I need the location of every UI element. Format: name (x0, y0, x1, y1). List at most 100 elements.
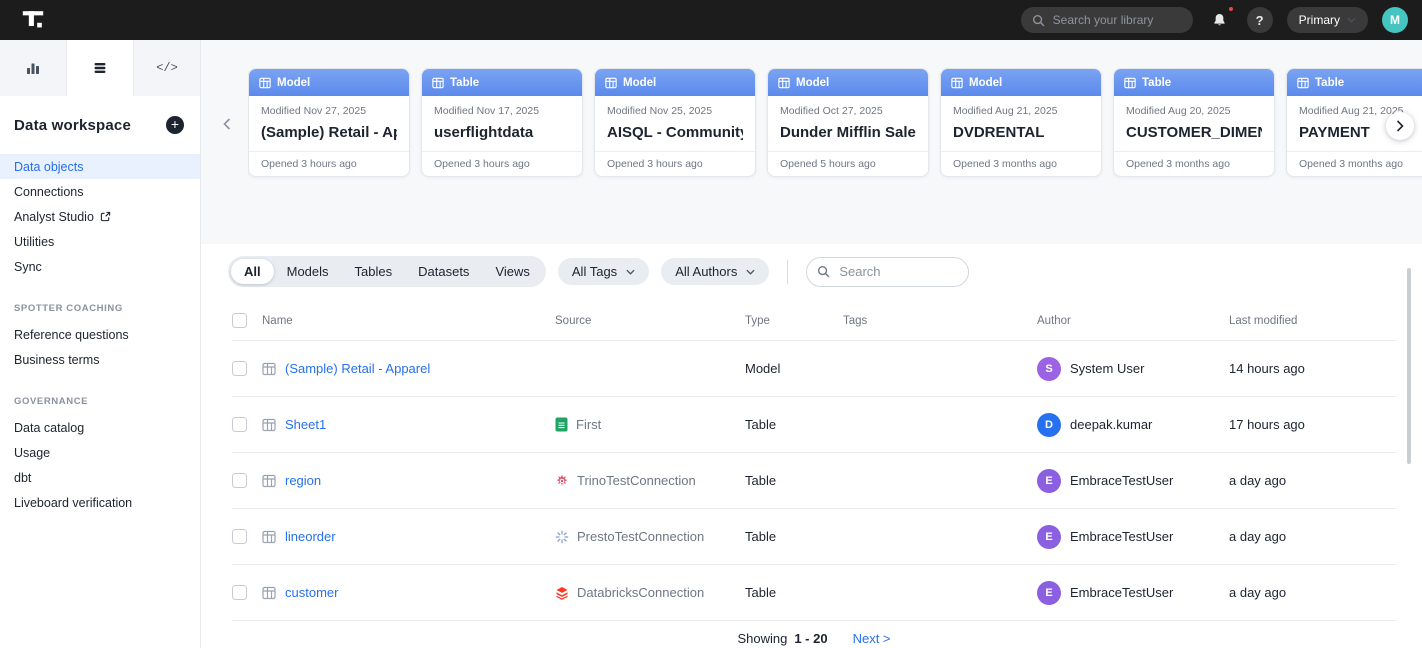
tab-developer[interactable]: </> (134, 40, 200, 96)
app-shell: </> Data workspace + Data objects Connec… (0, 40, 1422, 648)
nav-label: Utilities (14, 235, 54, 249)
trino-icon (555, 474, 569, 488)
card-type-label: Model (277, 77, 310, 89)
env-label: Primary (1299, 13, 1340, 27)
recent-card[interactable]: Model Modified Oct 27, 2025 Dunder Miffl… (767, 68, 929, 177)
scrollbar-thumb[interactable] (1407, 268, 1411, 464)
cards-viewport: Model Modified Nov 27, 2025 (Sample) Ret… (248, 68, 1422, 188)
carousel-left-button[interactable] (223, 118, 231, 130)
nav-label: Sync (14, 260, 42, 274)
sidebar: </> Data workspace + Data objects Connec… (0, 40, 201, 648)
column-header-author: Author (1037, 315, 1229, 327)
table-grid-icon (262, 530, 276, 544)
table-grid-icon (262, 474, 276, 488)
next-page-link[interactable]: Next > (853, 631, 891, 646)
object-name-link[interactable]: Sheet1 (285, 417, 326, 432)
workspace-title: Data workspace (14, 117, 131, 134)
nav-label: Usage (14, 446, 50, 460)
sidebar-icon-tabs: </> (0, 40, 200, 96)
type-filter-tabs: All Models Tables Datasets Views (228, 256, 546, 287)
sidebar-item-utilities[interactable]: Utilities (0, 229, 200, 254)
sidebar-item-connections[interactable]: Connections (0, 179, 200, 204)
nav-label: Reference questions (14, 328, 129, 342)
object-name-link[interactable]: lineorder (285, 529, 336, 544)
list-search-input[interactable] (806, 257, 969, 287)
recent-card[interactable]: Model Modified Nov 25, 2025 AISQL - Comm… (594, 68, 756, 177)
env-dropdown[interactable]: Primary (1287, 7, 1368, 33)
select-all-checkbox[interactable] (232, 313, 247, 328)
card-modified: Modified Aug 20, 2025 (1126, 105, 1262, 117)
recent-card[interactable]: Table Modified Nov 17, 2025 userflightda… (421, 68, 583, 177)
row-checkbox[interactable] (232, 361, 247, 376)
row-checkbox[interactable] (232, 585, 247, 600)
table-row[interactable]: customer DatabricksConnection Table E Em… (232, 565, 1396, 621)
table-row[interactable]: region TrinoTestConnection Table E Embra… (232, 453, 1396, 509)
recent-card[interactable]: Model Modified Aug 21, 2025 DVDRENTAL Op… (940, 68, 1102, 177)
carousel-right-button[interactable] (1386, 112, 1414, 140)
source-cell: PrestoTestConnection (555, 529, 745, 544)
workspace-title-row: Data workspace + (0, 96, 200, 142)
source-name: First (576, 417, 601, 432)
sidebar-item-data-catalog[interactable]: Data catalog (0, 415, 200, 440)
library-search[interactable] (1021, 7, 1193, 33)
row-checkbox[interactable] (232, 529, 247, 544)
presto-icon (555, 530, 569, 544)
tab-models[interactable]: Models (274, 259, 342, 284)
table-grid-icon (1124, 77, 1136, 89)
recent-card[interactable]: Table Modified Aug 20, 2025 CUSTOMER_DIM… (1113, 68, 1275, 177)
sidebar-item-dbt[interactable]: dbt (0, 465, 200, 490)
user-avatar[interactable]: M (1382, 7, 1408, 33)
card-type-label: Model (969, 77, 1002, 89)
sidebar-item-reference-questions[interactable]: Reference questions (0, 322, 200, 347)
question-mark-icon: ? (1256, 13, 1264, 28)
tab-views[interactable]: Views (482, 259, 542, 284)
filter-divider (787, 260, 788, 284)
list-search[interactable] (806, 257, 969, 287)
table-grid-icon (259, 77, 271, 89)
card-header: Table (1114, 69, 1274, 96)
type-cell: Table (745, 417, 843, 432)
tab-tables[interactable]: Tables (342, 259, 406, 284)
tags-dropdown-label: All Tags (572, 264, 617, 279)
nav-label: Data catalog (14, 421, 84, 435)
sidebar-item-analyst-studio[interactable]: Analyst Studio (0, 204, 200, 229)
card-header: Model (595, 69, 755, 96)
source-cell: TrinoTestConnection (555, 473, 745, 488)
last-modified-cell: 17 hours ago (1229, 417, 1396, 432)
sidebar-item-liveboard-verification[interactable]: Liveboard verification (0, 490, 200, 515)
card-title: DVDRENTAL (953, 124, 1089, 141)
sidebar-item-sync[interactable]: Sync (0, 254, 200, 279)
table-row[interactable]: Sheet1 First Table D deepak.kumar 17 hou… (232, 397, 1396, 453)
help-button[interactable]: ? (1247, 7, 1273, 33)
sidebar-item-usage[interactable]: Usage (0, 440, 200, 465)
object-name-link[interactable]: customer (285, 585, 338, 600)
tab-insights[interactable] (0, 40, 67, 96)
sidebar-item-business-terms[interactable]: Business terms (0, 347, 200, 372)
table-row[interactable]: lineorder PrestoTestConnection Table E E… (232, 509, 1396, 565)
chevron-down-icon (626, 269, 635, 275)
tags-dropdown[interactable]: All Tags (558, 258, 649, 285)
tab-datasets[interactable]: Datasets (405, 259, 482, 284)
table-header: Name Source Type Tags Author Last modifi… (232, 301, 1396, 341)
recent-card[interactable]: Model Modified Nov 27, 2025 (Sample) Ret… (248, 68, 410, 177)
row-checkbox[interactable] (232, 417, 247, 432)
author-name: EmbraceTestUser (1070, 529, 1173, 544)
table-row[interactable]: (Sample) Retail - Apparel Model S System… (232, 341, 1396, 397)
author-name: deepak.kumar (1070, 417, 1152, 432)
authors-dropdown[interactable]: All Authors (661, 258, 769, 285)
author-avatar: S (1037, 357, 1061, 381)
tab-all[interactable]: All (231, 259, 274, 284)
object-name-link[interactable]: (Sample) Retail - Apparel (285, 361, 430, 376)
add-button[interactable]: + (166, 116, 184, 134)
tab-data[interactable] (67, 40, 134, 96)
card-body: Modified Aug 21, 2025 DVDRENTAL (941, 96, 1101, 151)
library-search-input[interactable] (1053, 13, 1182, 27)
sidebar-nav: Data objects Connections Analyst Studio … (0, 154, 200, 515)
sidebar-item-data-objects[interactable]: Data objects (0, 154, 200, 179)
row-checkbox[interactable] (232, 473, 247, 488)
card-modified: Modified Nov 17, 2025 (434, 105, 570, 117)
thoughtspot-logo[interactable] (18, 5, 48, 35)
notifications-button[interactable] (1207, 7, 1233, 33)
object-name-link[interactable]: region (285, 473, 321, 488)
author-cell: S System User (1037, 357, 1229, 381)
